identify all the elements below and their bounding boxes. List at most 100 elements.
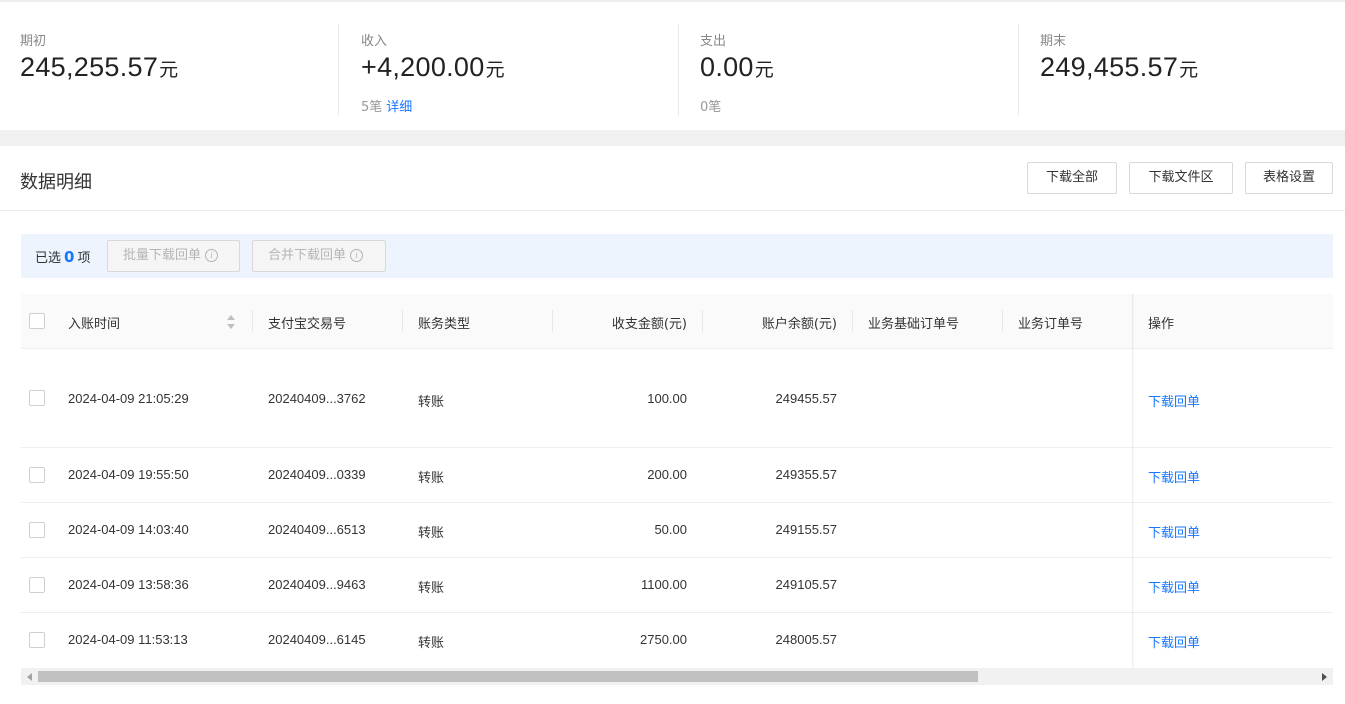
cell-trade-no: 20240409...6145: [268, 632, 366, 647]
column-action: 操作: [1148, 317, 1175, 332]
stat-expense-count: 0笔: [700, 100, 722, 115]
cell-amount: 2750.00: [640, 632, 687, 647]
cell-trade-no: 20240409...9463: [268, 577, 366, 592]
scroll-left-icon[interactable]: [27, 673, 32, 681]
column-divider: [252, 310, 253, 332]
stat-opening-amount: 245,255.57: [20, 52, 159, 82]
cell-balance: 249105.57: [775, 577, 837, 592]
cell-amount: 200.00: [647, 467, 687, 482]
scroll-right-icon[interactable]: [1322, 673, 1327, 681]
row-checkbox[interactable]: [29, 467, 45, 483]
cell-balance: 248005.57: [775, 632, 837, 647]
cell-balance: 249155.57: [775, 522, 837, 537]
cell-time: 2024-04-09 21:05:29: [68, 391, 189, 406]
cell-balance: 249455.57: [775, 391, 837, 406]
table-row: 2024-04-09 11:53:13 20240409...6145 转账 2…: [21, 613, 1333, 668]
stat-expense-amount: 0.00: [700, 52, 754, 82]
cell-type: 转账: [418, 526, 445, 541]
cell-type: 转账: [418, 636, 445, 651]
stat-closing-amount: 249,455.57: [1040, 52, 1179, 82]
column-order: 业务订单号: [1018, 317, 1084, 332]
download-all-button[interactable]: 下载全部: [1027, 162, 1117, 194]
download-receipt-link[interactable]: 下载回单: [1148, 522, 1200, 541]
fixed-column-shadow: [1132, 294, 1134, 668]
stat-opening-unit: 元: [159, 59, 179, 81]
cell-trade-no: 20240409...0339: [268, 467, 366, 482]
stat-opening-label: 期初: [20, 34, 47, 49]
cell-time: 2024-04-09 19:55:50: [68, 467, 189, 482]
stat-income-amount: +4,200.00: [361, 52, 485, 82]
info-icon: i: [205, 249, 219, 262]
download-receipt-link[interactable]: 下载回单: [1148, 467, 1200, 486]
stat-income-sub: 5笔 详细: [361, 96, 412, 115]
divider: [338, 24, 339, 116]
cell-type: 转账: [418, 471, 445, 486]
cell-balance: 249355.57: [775, 467, 837, 482]
selection-bar: 已选 0 项 批量下载回单 i 合并下载回单 i: [21, 234, 1333, 278]
cell-amount: 100.00: [647, 391, 687, 406]
stat-expense-label: 支出: [700, 34, 727, 49]
stat-closing-value: 249,455.57元: [1040, 52, 1198, 83]
stat-expense-unit: 元: [754, 59, 774, 81]
column-time: 入账时间: [68, 317, 121, 332]
stat-income-value: +4,200.00元: [361, 52, 505, 83]
column-divider: [552, 310, 553, 332]
stat-closing-label: 期末: [1040, 34, 1067, 49]
stat-expense: 支出 0.00元 0笔: [678, 2, 1018, 122]
row-checkbox[interactable]: [29, 577, 45, 593]
table-row: 2024-04-09 19:55:50 20240409...0339 转账 2…: [21, 448, 1333, 503]
row-checkbox[interactable]: [29, 632, 45, 648]
column-divider: [852, 310, 853, 332]
divider: [678, 24, 679, 116]
sort-icon[interactable]: [227, 315, 235, 329]
stat-opening-value: 245,255.57元: [20, 52, 178, 83]
download-receipt-link[interactable]: 下载回单: [1148, 391, 1200, 410]
merge-download-label: 合并下载回单: [268, 248, 347, 263]
column-amount: 收支金额(元): [611, 317, 687, 332]
download-receipt-link[interactable]: 下载回单: [1148, 632, 1200, 651]
cell-amount: 50.00: [654, 522, 687, 537]
selection-prefix: 已选: [35, 251, 62, 266]
cell-time: 2024-04-09 11:53:13: [68, 632, 188, 647]
stat-opening: 期初 245,255.57元: [0, 2, 338, 122]
cell-type: 转账: [418, 581, 445, 596]
batch-download-button[interactable]: 批量下载回单 i: [107, 240, 240, 272]
cell-type: 转账: [418, 395, 445, 410]
stat-closing-unit: 元: [1179, 59, 1199, 81]
horizontal-scrollbar[interactable]: [21, 668, 1333, 685]
data-detail-panel: 数据明细 下载全部 下载文件区 表格设置 已选 0 项 批量下载回单 i 合并下载回单…: [0, 146, 1345, 704]
table-row: 2024-04-09 21:05:29 20240409...3762 转账 1…: [21, 349, 1333, 448]
select-all-checkbox[interactable]: [29, 313, 45, 329]
stat-income-count: 5笔: [361, 100, 383, 115]
column-type: 账务类型: [418, 317, 471, 332]
stat-income-label: 收入: [361, 34, 388, 49]
transactions-table: 入账时间 支付宝交易号 账务类型 收支金额(元) 账户余额(元) 业务基础订单号…: [21, 294, 1333, 668]
download-receipt-link[interactable]: 下载回单: [1148, 577, 1200, 596]
table-header: 入账时间 支付宝交易号 账务类型 收支金额(元) 账户余额(元) 业务基础订单号…: [21, 294, 1333, 349]
column-divider: [402, 310, 403, 332]
row-checkbox[interactable]: [29, 522, 45, 538]
column-divider: [702, 310, 703, 332]
cell-amount: 1100.00: [640, 577, 687, 592]
download-area-button[interactable]: 下载文件区: [1129, 162, 1233, 194]
cell-trade-no: 20240409...3762: [268, 391, 366, 406]
table-row: 2024-04-09 14:03:40 20240409...6513 转账 5…: [21, 503, 1333, 558]
cell-trade-no: 20240409...6513: [268, 522, 366, 537]
info-icon: i: [350, 249, 364, 262]
column-trade-no: 支付宝交易号: [268, 317, 347, 332]
table-settings-button[interactable]: 表格设置: [1245, 162, 1333, 194]
income-detail-link[interactable]: 详细: [386, 100, 412, 115]
column-base-order: 业务基础订单号: [868, 317, 960, 332]
batch-download-label: 批量下载回单: [123, 248, 202, 263]
scrollbar-thumb[interactable]: [38, 671, 978, 682]
summary-panel: 期初 245,255.57元 收入 +4,200.00元 5笔 详细 支出 0.0…: [0, 0, 1345, 130]
stat-income: 收入 +4,200.00元 5笔 详细: [338, 2, 678, 122]
cell-time: 2024-04-09 13:58:36: [68, 577, 189, 592]
stat-income-unit: 元: [485, 59, 505, 81]
stat-closing: 期末 249,455.57元: [1018, 2, 1345, 122]
divider: [1018, 24, 1019, 116]
row-checkbox[interactable]: [29, 390, 45, 406]
merge-download-button[interactable]: 合并下载回单 i: [252, 240, 386, 272]
panel-header: 数据明细 下载全部 下载文件区 表格设置: [0, 146, 1345, 211]
table-row: 2024-04-09 13:58:36 20240409...9463 转账 1…: [21, 558, 1333, 613]
